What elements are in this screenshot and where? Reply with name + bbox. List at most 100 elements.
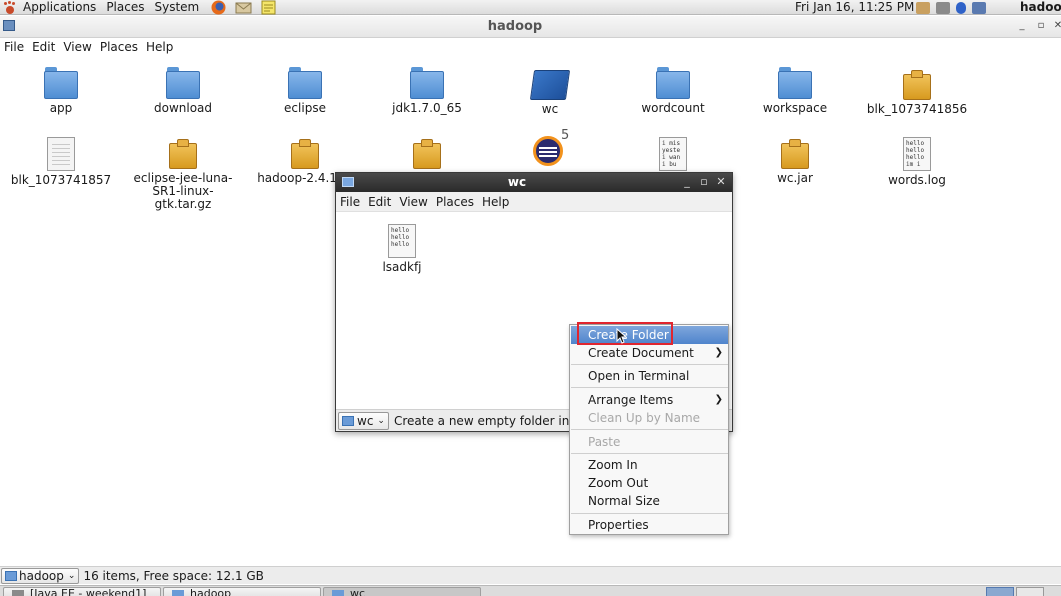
file-label: app (49, 101, 73, 115)
folder-icon (288, 67, 322, 99)
task-hadoop[interactable]: hadoop (163, 587, 321, 596)
menu-help[interactable]: Help (142, 38, 177, 56)
file-label: eclipse-jee-luna-SR1-linux-gtk.tar.gz (133, 171, 233, 211)
chevron-down-icon: ⌄ (377, 415, 385, 426)
menu-edit[interactable]: Edit (364, 193, 395, 211)
menu-help[interactable]: Help (478, 193, 513, 211)
menu-item-arrange-items[interactable]: Arrange Items ❯ (571, 391, 728, 409)
menu-item-normal-size[interactable]: Normal Size (571, 492, 728, 510)
main-statusbar: hadoop ⌄ 16 items, Free space: 12.1 GB (0, 566, 1061, 584)
main-window-title: hadoop (487, 19, 543, 34)
task-wc[interactable]: wc (323, 587, 481, 596)
workspace-1[interactable] (986, 587, 1014, 596)
menu-system[interactable]: System (149, 0, 204, 14)
network-icon[interactable] (916, 1, 930, 14)
file-label: lsadkfj (382, 260, 422, 274)
close-button[interactable]: ✕ (1053, 20, 1061, 32)
file-label: jdk1.7.0_65 (392, 101, 462, 115)
menu-edit[interactable]: Edit (28, 38, 59, 56)
menu-view[interactable]: View (59, 38, 95, 56)
file-icon-words-log[interactable]: hello hello hello im i words.log (856, 133, 978, 187)
clock[interactable]: Fri Jan 16, 11:25 PM (795, 0, 914, 14)
file-icon-package[interactable] (366, 133, 488, 169)
close-button[interactable]: ✕ (715, 175, 727, 188)
document-icon (47, 137, 75, 171)
open-folder-icon (529, 70, 571, 100)
package-icon (903, 70, 931, 100)
context-menu: Create Folder Create Document ❯ Open in T… (569, 324, 729, 535)
location-dropdown[interactable]: wc ⌄ (338, 411, 389, 430)
file-label: blk_1073741857 (10, 173, 112, 187)
menu-item-properties[interactable]: Properties (571, 516, 728, 534)
file-icon-eclipse-launcher[interactable]: 5 (489, 124, 611, 166)
package-icon (291, 139, 319, 169)
folder-icon (410, 67, 444, 99)
display-icon[interactable] (972, 1, 986, 14)
menu-file[interactable]: File (0, 38, 28, 56)
folder-icon (5, 570, 17, 581)
menu-places[interactable]: Places (101, 0, 149, 14)
gnome-foot-icon[interactable] (2, 0, 18, 14)
menu-file[interactable]: File (336, 193, 364, 211)
menu-item-open-terminal[interactable]: Open in Terminal (571, 367, 728, 385)
taskbar: [Java EE - weekend1] hadoop wc (0, 585, 1061, 596)
eclipse-icon: 5 (531, 128, 569, 166)
file-icon-workspace[interactable]: workspace (734, 60, 856, 115)
text-document-icon: i mis yeste i wan i bu (659, 137, 687, 171)
volume-icon[interactable] (936, 1, 950, 14)
minimize-button[interactable]: _ (1017, 20, 1027, 32)
file-icon-text[interactable]: i mis yeste i wan i bu (612, 133, 734, 171)
user-menu[interactable]: hadoop (1020, 0, 1061, 14)
text-document-icon: hello hello hello im i (903, 137, 931, 171)
file-icon-blk-857[interactable]: blk_1073741857 (0, 133, 122, 187)
menu-view[interactable]: View (395, 193, 431, 211)
folder-icon (342, 415, 354, 426)
main-menubar: File Edit View Places Help (0, 38, 1061, 56)
bluetooth-icon[interactable] (956, 1, 966, 14)
file-icon-blk-856[interactable]: blk_1073741856 (856, 60, 978, 116)
file-label: wordcount (641, 101, 705, 115)
file-icon-download[interactable]: download (122, 60, 244, 115)
file-icon-wc[interactable]: wc (489, 60, 611, 116)
file-icon-eclipse-tar[interactable]: eclipse-jee-luna-SR1-linux-gtk.tar.gz (122, 133, 244, 211)
folder-icon (778, 67, 812, 99)
menu-item-zoom-in[interactable]: Zoom In (571, 456, 728, 474)
folder-icon (166, 67, 200, 99)
file-label: wc (541, 102, 559, 116)
folder-icon (332, 590, 344, 596)
maximize-button[interactable]: ▫ (698, 175, 710, 188)
file-icon-wordcount[interactable]: wordcount (612, 60, 734, 115)
folder-icon (44, 67, 78, 99)
main-window-titlebar[interactable]: hadoop _ ▫ ✕ (0, 16, 1061, 38)
task-java-ee[interactable]: [Java EE - weekend1] (3, 587, 161, 596)
menu-applications[interactable]: Applications (18, 0, 101, 14)
menu-item-paste: Paste (588, 435, 621, 449)
menu-item-create-document[interactable]: Create Document ❯ (571, 344, 728, 362)
location-dropdown[interactable]: hadoop ⌄ (1, 567, 80, 584)
file-label: eclipse (284, 101, 326, 115)
firefox-icon[interactable] (210, 0, 227, 15)
text-editor-icon[interactable] (260, 0, 277, 15)
minimize-button[interactable]: _ (681, 175, 693, 188)
file-label: wc.jar (777, 171, 813, 185)
chevron-down-icon: ⌄ (67, 570, 76, 581)
mail-icon[interactable] (235, 0, 252, 15)
file-label: blk_1073741856 (866, 102, 968, 116)
menu-places[interactable]: Places (432, 193, 478, 211)
maximize-button[interactable]: ▫ (1036, 20, 1046, 32)
package-icon (169, 139, 197, 169)
file-icon-app[interactable]: app (0, 60, 122, 115)
file-label: workspace (762, 101, 828, 115)
workspace-2[interactable] (1016, 587, 1044, 596)
package-icon (781, 139, 809, 169)
file-icon-lsadkfj[interactable]: hello hello hello lsadkfj (341, 220, 463, 274)
wc-menubar: File Edit View Places Help (336, 192, 732, 212)
menu-places[interactable]: Places (96, 38, 142, 56)
file-icon-wc-jar[interactable]: wc.jar (734, 133, 856, 185)
text-document-icon: hello hello hello (388, 224, 416, 258)
file-icon-eclipse[interactable]: eclipse (244, 60, 366, 115)
menu-item-zoom-out[interactable]: Zoom Out (571, 474, 728, 492)
wc-window-titlebar[interactable]: wc _ ▫ ✕ (336, 173, 732, 192)
file-icon-jdk[interactable]: jdk1.7.0_65 (366, 60, 488, 115)
location-label: wc (357, 413, 374, 428)
